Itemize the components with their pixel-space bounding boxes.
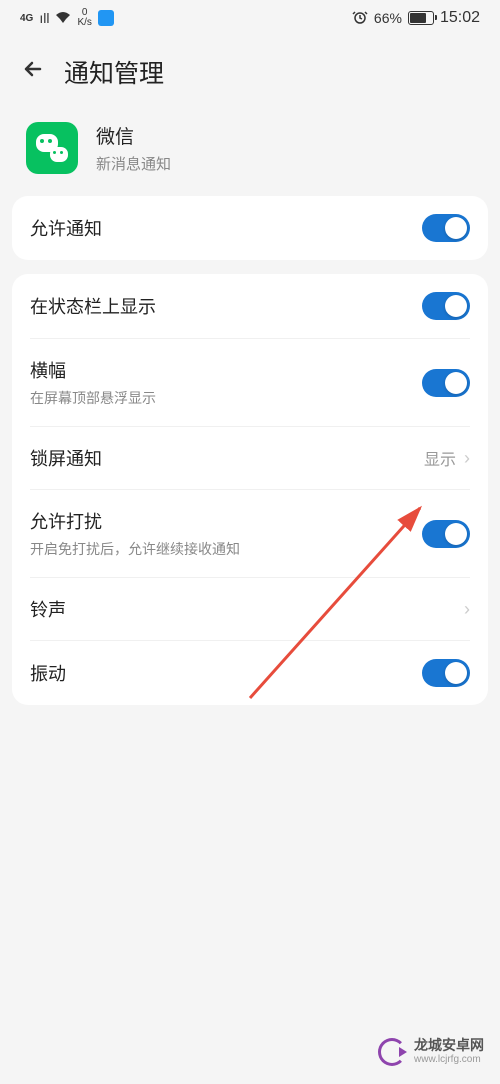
vibration-label: 振动 [30, 660, 66, 686]
status-left: 4G ıll 0 K/s [20, 8, 114, 28]
banner-subtitle: 在屏幕顶部悬浮显示 [30, 388, 156, 408]
chevron-right-icon: › [464, 448, 470, 469]
app-info-section: 微信 新消息通知 [0, 108, 500, 196]
alarm-icon [352, 9, 368, 28]
lock-screen-label: 锁屏通知 [30, 445, 102, 471]
row-banner: 横幅 在屏幕顶部悬浮显示 [30, 338, 470, 426]
page-title: 通知管理 [64, 54, 164, 90]
signal-icon: ıll [39, 10, 49, 26]
card-allow-notifications: 允许通知 [12, 196, 488, 260]
network-type: 4G [20, 13, 33, 24]
status-bar-display-toggle[interactable] [422, 292, 470, 320]
status-bar-display-label: 在状态栏上显示 [30, 293, 156, 319]
vibration-toggle[interactable] [422, 659, 470, 687]
wechat-app-icon [26, 122, 78, 174]
banner-label: 横幅 [30, 357, 156, 383]
page-header: 通知管理 [0, 36, 500, 108]
watermark-logo-icon [378, 1038, 406, 1066]
row-vibration: 振动 [30, 640, 470, 705]
allow-disturb-subtitle: 开启免打扰后，允许继续接收通知 [30, 539, 240, 559]
row-status-bar-display: 在状态栏上显示 [30, 274, 470, 338]
chevron-right-icon: › [464, 599, 470, 620]
wifi-icon [55, 10, 71, 26]
row-allow-notifications: 允许通知 [30, 196, 470, 260]
app-name: 微信 [96, 122, 171, 149]
allow-disturb-toggle[interactable] [422, 520, 470, 548]
app-subtitle: 新消息通知 [96, 153, 171, 174]
battery-icon [408, 11, 434, 25]
battery-percent: 66% [374, 10, 402, 26]
row-allow-disturb: 允许打扰 开启免打扰后，允许继续接收通知 [30, 489, 470, 577]
ringtone-label: 铃声 [30, 596, 66, 622]
allow-notifications-label: 允许通知 [30, 215, 102, 241]
back-button[interactable] [20, 56, 46, 89]
row-lock-screen[interactable]: 锁屏通知 显示 › [30, 426, 470, 489]
row-ringtone[interactable]: 铃声 › [30, 577, 470, 640]
watermark: 龙城安卓网 www.lcjrfg.com [378, 1037, 484, 1066]
allow-notifications-toggle[interactable] [422, 214, 470, 242]
allow-disturb-label: 允许打扰 [30, 508, 240, 534]
lock-screen-value: 显示 [424, 446, 456, 470]
status-bar: 4G ıll 0 K/s 66% 15:02 [0, 0, 500, 36]
app-indicator-icon [98, 10, 114, 26]
banner-toggle[interactable] [422, 369, 470, 397]
speed-indicator: 0 K/s [77, 8, 91, 28]
time: 15:02 [440, 9, 480, 27]
watermark-title: 龙城安卓网 [414, 1037, 484, 1054]
watermark-url: www.lcjrfg.com [414, 1054, 484, 1066]
status-right: 66% 15:02 [352, 9, 480, 28]
card-notification-settings: 在状态栏上显示 横幅 在屏幕顶部悬浮显示 锁屏通知 显示 › 允许打扰 开启免打… [12, 274, 488, 705]
